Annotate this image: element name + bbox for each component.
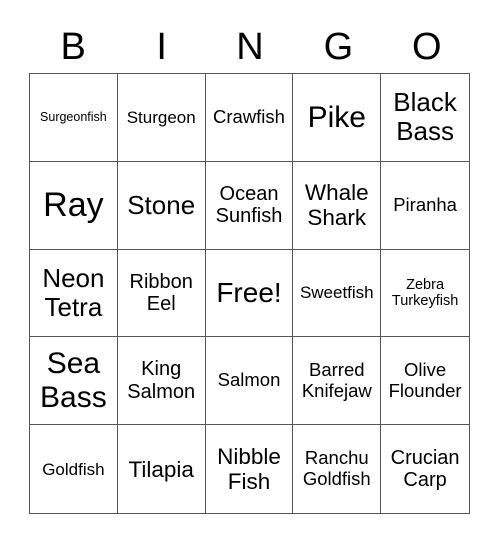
free-space-cell[interactable]: Free! [205, 249, 294, 338]
bingo-cell[interactable]: Sea Bass [30, 337, 118, 426]
header-letter-g: G [323, 26, 354, 68]
header-letter-b: B [60, 26, 86, 68]
header-letter-o: O [412, 26, 442, 68]
bingo-cell[interactable]: Crawfish [205, 74, 294, 162]
bingo-cell[interactable]: Neon Tetra [30, 249, 118, 338]
bingo-header: B I N G O [29, 22, 471, 72]
bingo-cell[interactable]: Goldfish [30, 425, 118, 513]
bingo-cell[interactable]: Sturgeon [117, 74, 206, 162]
bingo-cell[interactable]: Sweetfish [293, 249, 382, 338]
bingo-grid: Surgeonfish Sturgeon Crawfish Pike Black… [29, 73, 470, 514]
bingo-cell[interactable]: Zebra Turkeyfish [381, 250, 469, 338]
bingo-cell[interactable]: Barred Knifejaw [293, 337, 382, 426]
bingo-cell[interactable]: Salmon [205, 337, 294, 426]
header-letter-n: N [236, 26, 264, 68]
bingo-cell[interactable]: Ocean Sunfish [205, 161, 294, 250]
bingo-cell[interactable]: Whale Shark [293, 161, 382, 250]
bingo-cell[interactable]: Nibble Fish [206, 425, 294, 513]
header-letter-i: I [156, 26, 167, 68]
bingo-cell[interactable]: Pike [293, 74, 382, 162]
bingo-cell[interactable]: Ribbon Eel [117, 249, 206, 338]
bingo-cell[interactable]: King Salmon [117, 337, 206, 426]
bingo-cell[interactable]: Stone [117, 161, 206, 250]
bingo-cell[interactable]: Black Bass [381, 74, 469, 162]
bingo-cell[interactable]: Olive Flounder [381, 337, 469, 426]
bingo-cell[interactable]: Surgeonfish [30, 74, 118, 162]
bingo-cell[interactable]: Tilapia [118, 425, 206, 513]
bingo-cell[interactable]: Crucian Carp [381, 425, 469, 513]
bingo-cell[interactable]: Piranha [381, 162, 469, 250]
bingo-cell[interactable]: Ray [30, 161, 118, 250]
bingo-cell[interactable]: Ranchu Goldfish [293, 425, 382, 513]
